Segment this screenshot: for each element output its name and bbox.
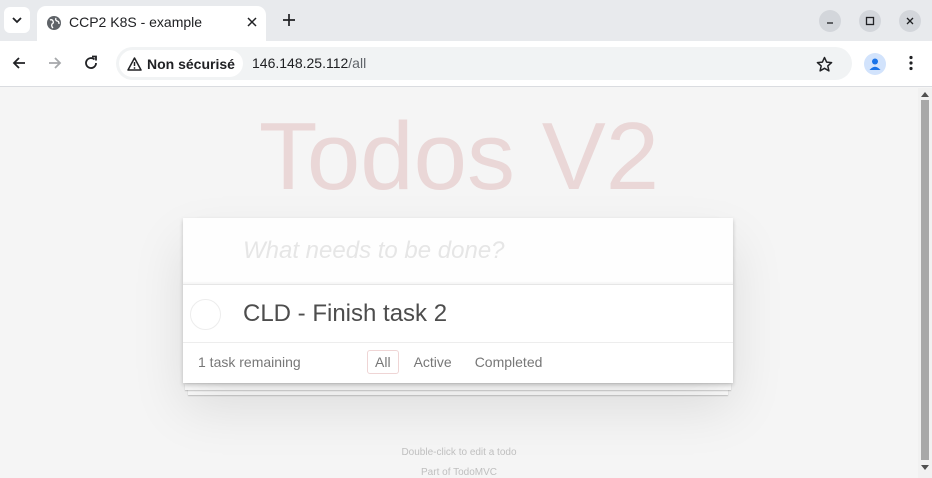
maximize-button[interactable] bbox=[859, 10, 881, 32]
reload-icon bbox=[85, 55, 97, 69]
security-label: Non sécurisé bbox=[147, 55, 235, 72]
plus-icon bbox=[283, 14, 295, 26]
bookmark-button[interactable] bbox=[814, 54, 834, 74]
page-viewport: Todos V2 CLD - Finish task 2 1 task rema… bbox=[0, 88, 918, 478]
todo-footer: 1 task remaining All Active Completed bbox=[183, 343, 733, 383]
tab-close-button[interactable] bbox=[243, 13, 261, 31]
back-icon bbox=[12, 57, 25, 69]
back-button[interactable] bbox=[9, 53, 29, 73]
scroll-up-arrow[interactable] bbox=[921, 92, 929, 97]
scroll-down-arrow[interactable] bbox=[921, 465, 929, 470]
url-host: 146.148.25.112 bbox=[252, 55, 349, 71]
close-window-button[interactable] bbox=[899, 10, 921, 32]
minimize-icon bbox=[827, 22, 833, 24]
stack-shadow-1 bbox=[185, 384, 731, 390]
filter-all[interactable]: All bbox=[367, 350, 399, 374]
info-credit: Part of TodoMVC bbox=[421, 467, 497, 478]
todo-toggle-checkbox[interactable] bbox=[190, 299, 221, 330]
todo-label[interactable]: CLD - Finish task 2 bbox=[243, 300, 447, 328]
warning-icon bbox=[127, 56, 142, 71]
browser-menu-button[interactable] bbox=[901, 53, 921, 73]
vertical-scrollbar[interactable] bbox=[918, 88, 932, 478]
app-title: Todos V2 bbox=[258, 103, 660, 210]
filters: All Active Completed bbox=[367, 350, 550, 374]
close-icon bbox=[247, 17, 257, 27]
new-tab-button[interactable] bbox=[279, 10, 299, 30]
browser-toolbar: Non sécurisé 146.148.25.112/all bbox=[0, 41, 932, 87]
forward-button[interactable] bbox=[45, 53, 65, 73]
minimize-button[interactable] bbox=[819, 10, 841, 32]
todo-list: CLD - Finish task 2 bbox=[183, 284, 733, 343]
globe-icon bbox=[47, 16, 61, 30]
active-tab[interactable]: CCP2 K8S - example bbox=[37, 6, 266, 41]
new-todo-input[interactable] bbox=[183, 218, 733, 284]
tab-title: CCP2 K8S - example bbox=[69, 14, 203, 30]
reload-button[interactable] bbox=[81, 53, 101, 73]
todo-count: 1 task remaining bbox=[198, 354, 301, 370]
url-text[interactable]: 146.148.25.112/all bbox=[252, 55, 366, 71]
profile-icon bbox=[869, 58, 881, 70]
filter-completed[interactable]: Completed bbox=[467, 350, 551, 374]
todo-app: CLD - Finish task 2 1 task remaining All… bbox=[183, 218, 733, 383]
tab-search-button[interactable] bbox=[4, 7, 30, 33]
scroll-thumb[interactable] bbox=[921, 100, 929, 460]
close-window-icon bbox=[906, 17, 914, 25]
url-path: /all bbox=[348, 55, 367, 71]
tab-search-icon bbox=[12, 17, 22, 24]
security-chip[interactable]: Non sécurisé bbox=[119, 50, 243, 77]
maximize-icon bbox=[865, 16, 875, 26]
forward-icon bbox=[49, 57, 62, 69]
info-hint: Double-click to edit a todo bbox=[401, 447, 517, 458]
kebab-menu-icon bbox=[909, 55, 913, 71]
tab-strip: CCP2 K8S - example bbox=[0, 0, 932, 41]
star-icon bbox=[816, 56, 832, 72]
todo-item[interactable]: CLD - Finish task 2 bbox=[183, 285, 733, 343]
address-bar[interactable]: Non sécurisé 146.148.25.112/all bbox=[116, 47, 852, 80]
profile-button[interactable] bbox=[864, 53, 886, 75]
filter-active[interactable]: Active bbox=[406, 350, 460, 374]
